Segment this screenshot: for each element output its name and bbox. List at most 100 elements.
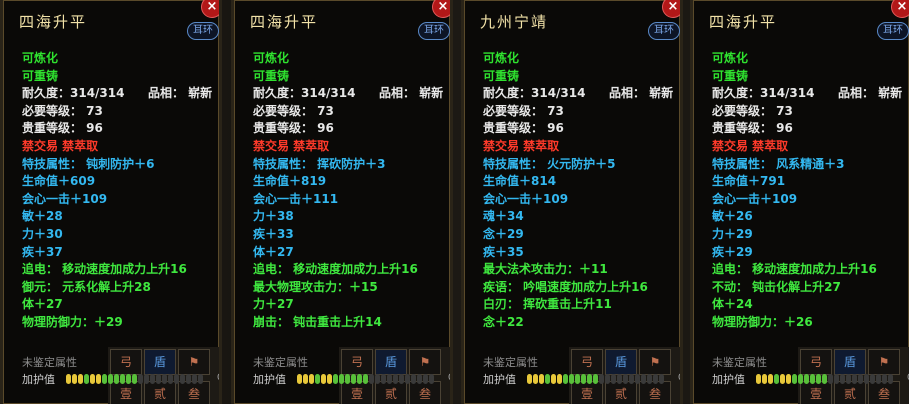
guard-bar-segment [393, 374, 398, 384]
slot-icon: 壹 [809, 387, 822, 401]
close-icon[interactable]: × [891, 0, 909, 18]
slot-icon: 盾 [153, 355, 166, 369]
guard-bar-segment [810, 374, 815, 384]
attribute-line: 疾＋29 [712, 244, 909, 262]
item-title: 九州宁靖 [480, 13, 549, 31]
attribute-line: 体＋27 [22, 296, 219, 314]
item-tooltip-panel: 四海升平 耳环 × 可炼化 可重铸 耐久度：314/314 品相： 崭新 必要等级： 73 贵重… [690, 0, 909, 404]
attribute-text: 可炼化 [253, 51, 290, 65]
attribute-line: 生命值＋814 [483, 173, 680, 191]
equipment-slot[interactable]: 弓 [800, 349, 832, 375]
attribute-text: 疾＋37 [22, 244, 63, 259]
guard-value-number: 0 [678, 373, 680, 383]
attribute-text: 特技属性： 挥砍防护＋3 [253, 156, 386, 171]
attribute-text: 会心一击＋109 [22, 191, 108, 206]
slot-icon: 弓 [350, 355, 363, 369]
attribute-text: 生命值＋819 [253, 174, 327, 189]
slot-icon: 叁 [877, 387, 890, 401]
equipment-slot[interactable]: 盾 [375, 349, 407, 375]
attribute-text: 追电： 移动速度加成力上升16 [712, 262, 877, 277]
guard-value-label: 加护值 [483, 373, 516, 386]
guard-value-bar [297, 373, 434, 385]
guard-bar-segment [180, 374, 185, 384]
guard-bar-segment [659, 374, 664, 384]
guard-bar-segment [423, 374, 428, 384]
attribute-line: 必要等级： 73 [253, 103, 450, 121]
attribute-line: 贵重等级： 96 [712, 120, 909, 138]
guard-bar-segment [333, 374, 338, 384]
equipment-slot[interactable]: ⚑ [639, 349, 671, 375]
equipment-slot[interactable]: 盾 [144, 349, 176, 375]
guard-bar-segment [653, 374, 658, 384]
attribute-text: 疾语： 吟唱速度加成力上升16 [483, 279, 648, 294]
close-icon[interactable]: × [662, 0, 680, 18]
attribute-list: 可炼化 可重铸 耐久度：314/314 品相： 崭新 必要等级： 73 贵重等级： 96 禁… [22, 50, 219, 332]
equipment-slot[interactable]: 弓 [341, 349, 373, 375]
equipment-slot[interactable]: 弓 [571, 349, 603, 375]
slot-icon: 盾 [843, 355, 856, 369]
attribute-text: 白刃： 挥砍重击上升11 [483, 297, 612, 312]
guard-bar-segment [144, 374, 149, 384]
attribute-line: 生命值＋819 [253, 173, 450, 191]
item-tooltip-panel: 四海升平 耳环 × 可炼化 可重铸 耐久度：314/314 品相： 崭新 必要等级： 73 贵重… [0, 0, 222, 404]
guard-bar-segment [375, 374, 380, 384]
close-icon[interactable]: × [201, 0, 219, 18]
guard-bar-segment [840, 374, 845, 384]
attribute-line: 禁交易 禁萃取 [22, 138, 219, 156]
guard-value-bar [756, 373, 893, 385]
guard-bar-segment [72, 374, 77, 384]
attribute-line: 生命值＋609 [22, 173, 219, 191]
attribute-line: 体＋27 [253, 244, 450, 262]
guard-bar-segment [102, 374, 107, 384]
attribute-line: 会心一击＋111 [253, 191, 450, 209]
attribute-line: 可重铸 [22, 68, 219, 86]
equipment-slot[interactable]: 弓 [110, 349, 142, 375]
attribute-line: 贵重等级： 96 [22, 120, 219, 138]
guard-bar-segment [822, 374, 827, 384]
guard-bar-segment [297, 374, 302, 384]
attribute-line: 力＋27 [253, 296, 450, 314]
attribute-text: 疾＋33 [253, 226, 294, 241]
attribute-line: 追电： 移动速度加成力上升16 [22, 261, 219, 279]
attribute-text: 追电： 移动速度加成力上升16 [22, 262, 187, 277]
guard-bar-segment [629, 374, 634, 384]
guard-bar-segment [858, 374, 863, 384]
item-type-tag: 耳环 [877, 22, 909, 40]
guard-bar-segment [363, 374, 368, 384]
attribute-text: 力＋29 [712, 226, 753, 241]
attribute-text: 念＋29 [483, 226, 524, 241]
guard-bar-segment [321, 374, 326, 384]
close-icon[interactable]: × [432, 0, 450, 18]
guard-bar-segment [599, 374, 604, 384]
equipment-slot[interactable]: 盾 [605, 349, 637, 375]
guard-bar-segment [635, 374, 640, 384]
guard-value-bar [527, 373, 664, 385]
equipment-slot[interactable]: 盾 [834, 349, 866, 375]
attribute-text: 可重铸 [253, 68, 290, 83]
attribute-text: 禁交易 禁萃取 [483, 138, 560, 153]
item-tooltip-panel: 四海升平 耳环 × 可炼化 可重铸 耐久度：314/314 品相： 崭新 必要等级： 73 贵重… [231, 0, 453, 404]
equipment-slot[interactable]: ⚑ [868, 349, 900, 375]
attribute-line: 可重铸 [253, 68, 450, 86]
attribute-text: 最大法术攻击力：＋11 [483, 262, 608, 277]
attribute-line: 不动： 钝击化解上升27 [712, 279, 909, 297]
guard-bar-segment [132, 374, 137, 384]
attribute-text: 贵重等级： 96 [483, 121, 564, 136]
attribute-line: 体＋24 [712, 296, 909, 314]
item-tooltip-panel: 九州宁靖 耳环 × 可炼化 可重铸 耐久度：314/314 品相： 崭新 必要等级： 73 贵重… [461, 0, 683, 404]
attribute-line: 禁交易 禁萃取 [712, 138, 909, 156]
attribute-line: 念＋22 [483, 314, 680, 332]
guard-bar-segment [138, 374, 143, 384]
attribute-line: 禁交易 禁萃取 [253, 138, 450, 156]
slot-icon: ⚑ [188, 355, 200, 369]
attribute-text: 贵重等级： 96 [253, 121, 334, 136]
slot-icon: 叁 [418, 387, 431, 401]
attribute-text: 物理防御力：＋26 [712, 314, 813, 329]
slot-icon: 贰 [384, 387, 397, 401]
attribute-text: 必要等级： 73 [22, 103, 103, 118]
slot-icon: 弓 [580, 355, 593, 369]
attribute-text: 贵重等级： 96 [22, 121, 103, 136]
equipment-slot[interactable]: ⚑ [178, 349, 210, 375]
equipment-slot[interactable]: ⚑ [409, 349, 441, 375]
attribute-list: 可炼化 可重铸 耐久度：314/314 品相： 崭新 必要等级： 73 贵重等级： 96 禁… [483, 50, 680, 332]
